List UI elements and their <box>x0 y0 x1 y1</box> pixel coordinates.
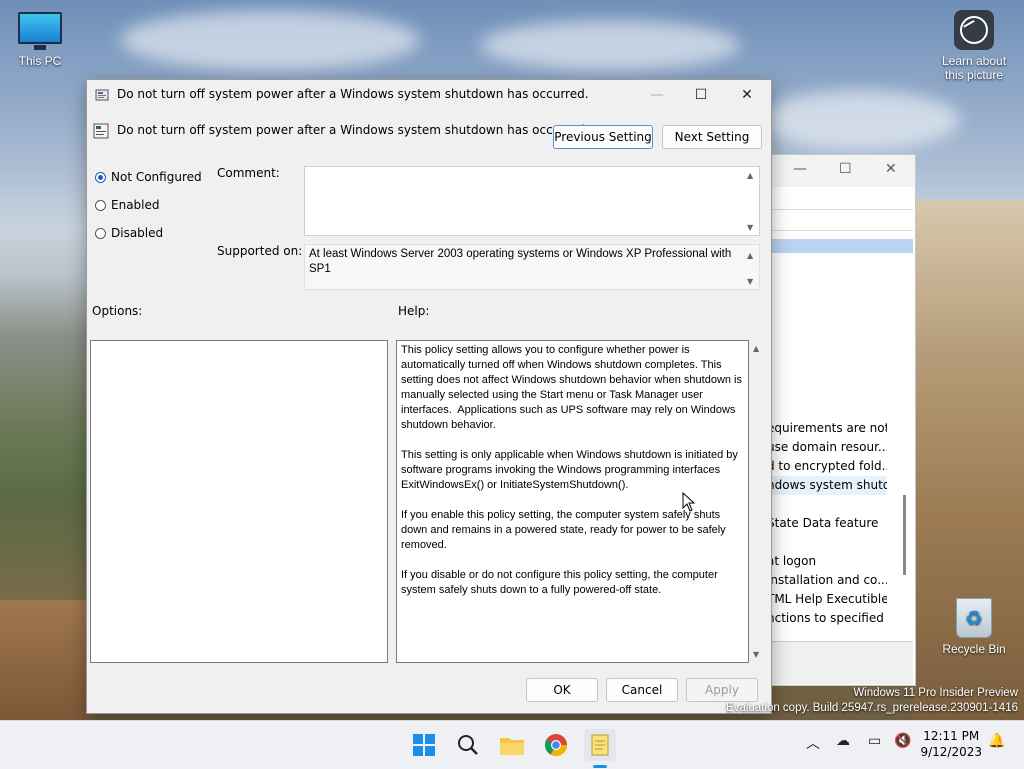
chevron-up-icon[interactable]: ︿ <box>806 733 820 753</box>
desktop-icon-recycle-bin[interactable]: ♻ Recycle Bin <box>934 598 1014 656</box>
recycle-bin-icon: ♻ <box>956 598 992 638</box>
watermark-line: Windows 11 Pro Insider Preview <box>853 687 1018 699</box>
scroll-up-icon[interactable]: ▲ <box>747 171 753 180</box>
scroll-down-icon[interactable]: ▼ <box>747 223 753 232</box>
next-setting-button[interactable]: Next Setting <box>662 125 762 149</box>
help-label: Help: <box>398 304 430 318</box>
cancel-button[interactable]: Cancel <box>606 678 678 702</box>
radio-label: Not Configured <box>111 170 202 184</box>
list-item[interactable]: ndows system shutd... <box>767 476 887 495</box>
notification-bell-icon[interactable]: 🔔 <box>988 733 1005 749</box>
close-icon[interactable]: ✕ <box>885 161 897 177</box>
dialog-title: Do not turn off system power after a Win… <box>117 87 589 101</box>
list-item[interactable]: d to encrypted fold... <box>767 457 887 476</box>
list-item[interactable]: TML Help Executible <box>767 590 887 609</box>
help-text: This policy setting allows you to config… <box>401 344 742 596</box>
background-window[interactable]: — ☐ ✕ equirements are not... use domain … <box>766 154 916 686</box>
supported-on-label: Supported on: <box>217 244 303 258</box>
monitor-icon <box>18 12 62 50</box>
volume-muted-icon[interactable]: 🔇 <box>894 733 911 749</box>
scroll-up-icon[interactable]: ▲ <box>753 344 759 353</box>
chrome-icon[interactable] <box>540 729 572 761</box>
search-icon[interactable] <box>452 729 484 761</box>
ok-button[interactable]: OK <box>526 678 598 702</box>
camera-lens-icon <box>954 10 994 50</box>
desktop-icon-label: Learn about this picture <box>941 54 1007 82</box>
help-pane[interactable]: This policy setting allows you to config… <box>396 340 749 663</box>
dialog-titlebar[interactable]: Do not turn off system power after a Win… <box>87 80 771 110</box>
desktop-icon-this-pc[interactable]: This PC <box>0 12 80 68</box>
notepad-icon[interactable] <box>584 729 616 761</box>
cloud-offline-icon[interactable]: ☁ <box>836 733 850 749</box>
policy-setting-dialog[interactable]: Do not turn off system power after a Win… <box>86 79 772 714</box>
radio-label: Enabled <box>111 198 160 212</box>
cloud <box>760 90 960 150</box>
supported-on-value: At least Windows Server 2003 operating s… <box>309 248 732 275</box>
list-item[interactable]: at logon <box>767 552 887 571</box>
previous-setting-button[interactable]: Previous Setting <box>553 125 653 149</box>
list-item[interactable]: equirements are not... <box>767 419 887 438</box>
policy-icon <box>95 89 109 101</box>
minimize-icon[interactable]: — <box>793 161 807 177</box>
close-icon[interactable]: ✕ <box>727 84 767 106</box>
list-item[interactable]: State Data feature <box>767 514 887 533</box>
scroll-down-icon[interactable]: ▼ <box>747 277 753 286</box>
radio-not-configured[interactable]: Not Configured <box>95 170 202 184</box>
background-window-toolbar <box>767 209 913 231</box>
list-item[interactable] <box>767 533 887 552</box>
mouse-cursor-icon <box>682 492 696 512</box>
background-window-statusbar <box>767 641 913 684</box>
file-explorer-icon[interactable] <box>496 729 528 761</box>
radio-label: Disabled <box>111 226 164 240</box>
network-icon[interactable]: ▭ <box>868 733 881 749</box>
maximize-icon[interactable]: ☐ <box>681 84 721 106</box>
clock-date: 9/12/2023 <box>920 745 982 759</box>
policy-setting-icon <box>93 123 109 139</box>
scroll-up-icon[interactable]: ▲ <box>747 251 753 260</box>
desktop-icon-label: This PC <box>18 54 62 68</box>
maximize-icon[interactable]: ☐ <box>839 161 852 177</box>
comment-textbox[interactable]: ▲ ▼ <box>304 166 760 236</box>
supported-on-box: At least Windows Server 2003 operating s… <box>304 244 760 290</box>
policy-heading: Do not turn off system power after a Win… <box>117 123 589 137</box>
minimize-icon[interactable]: — <box>637 84 677 106</box>
windows-watermark: Windows 11 Pro Insider Preview Evaluatio… <box>726 686 1018 716</box>
cloud <box>480 20 740 70</box>
radio-enabled[interactable]: Enabled <box>95 198 160 212</box>
list-item[interactable]: use domain resour... <box>767 438 887 457</box>
desktop-icon-label: Recycle Bin <box>942 642 1006 656</box>
background-window-titlebar[interactable]: — ☐ ✕ <box>767 155 915 187</box>
cloud <box>120 10 420 70</box>
options-pane[interactable] <box>90 340 388 663</box>
list-item[interactable] <box>767 495 887 514</box>
taskbar: ︿ ☁ ▭ 🔇 12:11 PM 9/12/2023 🔔 <box>0 720 1024 769</box>
comment-label: Comment: <box>217 166 280 180</box>
list-item[interactable]: nctions to specified <box>767 609 887 628</box>
radio-disabled[interactable]: Disabled <box>95 226 163 240</box>
desktop-icon-learn-about-picture[interactable]: Learn about this picture <box>934 10 1014 82</box>
wallpaper-cliff-left <box>0 600 90 720</box>
clock-time: 12:11 PM <box>923 729 980 743</box>
scroll-down-icon[interactable]: ▼ <box>753 650 759 659</box>
scrollbar-thumb[interactable] <box>903 495 906 575</box>
background-window-header <box>767 239 913 253</box>
radio-indicator[interactable] <box>95 227 106 239</box>
clock[interactable]: 12:11 PM 9/12/2023 <box>920 728 982 760</box>
radio-indicator[interactable] <box>95 199 106 211</box>
radio-indicator[interactable] <box>95 171 106 183</box>
options-label: Options: <box>92 304 143 318</box>
list-item[interactable]: installation and co... <box>767 571 887 590</box>
watermark-line: Evaluation copy. Build 25947.rs_prerelea… <box>726 702 1018 714</box>
windows-start-icon[interactable] <box>408 729 440 761</box>
background-window-list[interactable]: equirements are not... use domain resour… <box>767 419 887 628</box>
